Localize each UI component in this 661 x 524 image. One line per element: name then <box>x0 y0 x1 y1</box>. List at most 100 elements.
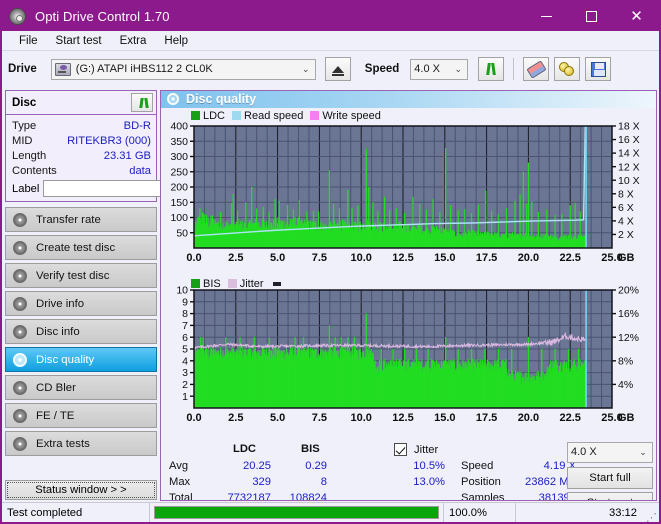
disc-mid-value: RITEKBR3 (000) <box>67 134 151 147</box>
stats-bis-avg: 0.29 <box>305 459 327 472</box>
disc-label-row: Label <box>12 180 233 197</box>
menu-help[interactable]: Help <box>155 33 197 49</box>
svg-text:GB: GB <box>618 412 635 424</box>
status-window-button[interactable]: Status window > > <box>5 480 157 500</box>
sidebar-item-disc-quality[interactable]: Disc quality <box>5 347 157 372</box>
eject-button[interactable] <box>324 57 351 81</box>
coins-icon <box>559 61 575 77</box>
sidebar-item-verify-test-disc[interactable]: Verify test disc <box>5 263 157 288</box>
test-speed-value: 4.0 X <box>571 446 597 458</box>
sidebar-item-label: Disc quality <box>36 353 95 366</box>
resize-grip-icon[interactable] <box>645 503 659 523</box>
menu-start-test[interactable]: Start test <box>47 33 111 49</box>
disc-icon <box>13 408 27 423</box>
close-button[interactable]: ✕ <box>614 2 659 31</box>
svg-text:3: 3 <box>182 367 188 379</box>
svg-text:0.0: 0.0 <box>186 412 201 424</box>
stats-ldc-avg: 20.25 <box>243 459 271 472</box>
minimize-button[interactable] <box>524 2 569 31</box>
svg-text:350: 350 <box>170 135 188 147</box>
sidebar-item-label: Verify test disc <box>36 269 110 282</box>
app-window: Opti Drive Control 1.70 ✕ File Start tes… <box>0 0 661 524</box>
svg-text:12%: 12% <box>618 331 639 343</box>
window-title: Opti Drive Control 1.70 <box>35 9 170 24</box>
disc-row-mid: MID RITEKBR3 (000) <box>12 133 151 148</box>
menu-file[interactable]: File <box>10 33 47 49</box>
stats-jitter-avg: 10.5% <box>413 459 445 472</box>
chevron-down-icon: ⌄ <box>639 446 647 457</box>
speed-select[interactable]: 4.0 X ⌄ <box>410 58 469 80</box>
svg-text:5.0: 5.0 <box>270 412 285 424</box>
jitter-checkbox[interactable] <box>394 442 407 456</box>
svg-text:15.0: 15.0 <box>434 412 455 424</box>
disc-row-length: Length 23.31 GB <box>12 148 151 163</box>
sidebar-item-disc-info[interactable]: Disc info <box>5 319 157 344</box>
svg-text:22.5: 22.5 <box>559 252 580 264</box>
svg-text:10.0: 10.0 <box>350 412 371 424</box>
bis-chart: BIS Jitter 1 2 3 4 5 6 7 8 9 10 4% 8% 12% 16% 20% 0.0 2.… <box>161 276 656 438</box>
svg-text:10: 10 <box>176 284 188 296</box>
drive-select[interactable]: (G:) ATAPI iHBS112 2 CL0K ⌄ <box>50 58 316 80</box>
toolbar: Drive (G:) ATAPI iHBS112 2 CL0K ⌄ Speed … <box>2 51 659 87</box>
svg-text:5.0: 5.0 <box>270 252 285 264</box>
bookmark-button[interactable] <box>554 57 581 81</box>
start-full-button[interactable]: Start full <box>567 466 653 489</box>
svg-text:50: 50 <box>176 227 188 239</box>
start-part-button[interactable]: Start part <box>567 491 653 500</box>
svg-text:12.5: 12.5 <box>392 252 413 264</box>
sidebar-item-label: Create test disc <box>36 241 116 254</box>
disc-label-label: Label <box>12 182 40 195</box>
refresh-button[interactable] <box>478 57 505 81</box>
svg-text:2.5: 2.5 <box>228 412 243 424</box>
disc-refresh-button[interactable] <box>131 93 153 112</box>
sidebar-item-fe-te[interactable]: FE / TE <box>5 403 157 428</box>
sidebar-item-label: CD Bler <box>36 381 76 394</box>
svg-text:10 X: 10 X <box>618 174 640 186</box>
content-panel: Disc quality LDC Read speed Write speed … <box>160 90 657 501</box>
minimize-icon <box>541 16 552 17</box>
eraser-icon <box>526 59 547 79</box>
progress-bar <box>154 506 439 519</box>
disc-panel-header: Disc <box>6 91 156 115</box>
svg-text:2.5: 2.5 <box>228 252 243 264</box>
position-label: Position <box>461 475 501 488</box>
samples-value: 381390 <box>538 491 576 501</box>
svg-text:7.5: 7.5 <box>312 412 327 424</box>
stats-panel: LDC BIS Avg Max Total 20.25 329 7732187 … <box>161 438 656 501</box>
progress-percent: 100.0% <box>443 502 515 522</box>
svg-text:18 X: 18 X <box>618 120 640 132</box>
elapsed-time: 33:12 <box>515 502 645 522</box>
disc-icon <box>13 352 27 367</box>
svg-text:20%: 20% <box>618 284 639 296</box>
svg-text:15.0: 15.0 <box>434 252 455 264</box>
erase-button[interactable] <box>523 57 550 81</box>
sidebar-item-drive-info[interactable]: Drive info <box>5 291 157 316</box>
refresh-icon <box>136 96 149 109</box>
sidebar-item-transfer-rate[interactable]: Transfer rate <box>5 207 157 232</box>
sidebar-item-cd-bler[interactable]: CD Bler <box>5 375 157 400</box>
maximize-button[interactable] <box>569 2 614 31</box>
chevron-down-icon: ⌄ <box>454 63 463 74</box>
stats-jitter-max: 13.0% <box>413 475 445 488</box>
disc-icon <box>13 268 27 283</box>
samples-label: Samples <box>461 491 505 501</box>
svg-text:250: 250 <box>170 166 188 178</box>
svg-text:8%: 8% <box>618 355 633 367</box>
test-speed-select[interactable]: 4.0 X ⌄ <box>567 441 653 463</box>
svg-text:12 X: 12 X <box>618 161 640 173</box>
stats-row-avg: Avg <box>169 459 189 472</box>
sidebar-item-create-test-disc[interactable]: Create test disc <box>5 235 157 260</box>
progress-cell <box>150 503 443 523</box>
panel-header: Disc quality <box>161 91 656 108</box>
status-bar: Test completed 100.0% 33:12 <box>2 502 659 522</box>
save-button[interactable] <box>585 57 612 81</box>
disc-panel-title: Disc <box>12 96 37 109</box>
sidebar-nav: Transfer rate Create test disc Verify te… <box>5 207 157 456</box>
svg-text:17.5: 17.5 <box>476 252 497 264</box>
eject-icon <box>331 65 344 76</box>
svg-text:6: 6 <box>182 331 188 343</box>
menu-extra[interactable]: Extra <box>111 33 156 49</box>
sidebar-item-extra-tests[interactable]: Extra tests <box>5 431 157 456</box>
bis-chart-svg: 12345678910 4% 8% 12% 16% 20% 0.0 2.5 5.0 7.5 10.0… <box>176 284 639 424</box>
